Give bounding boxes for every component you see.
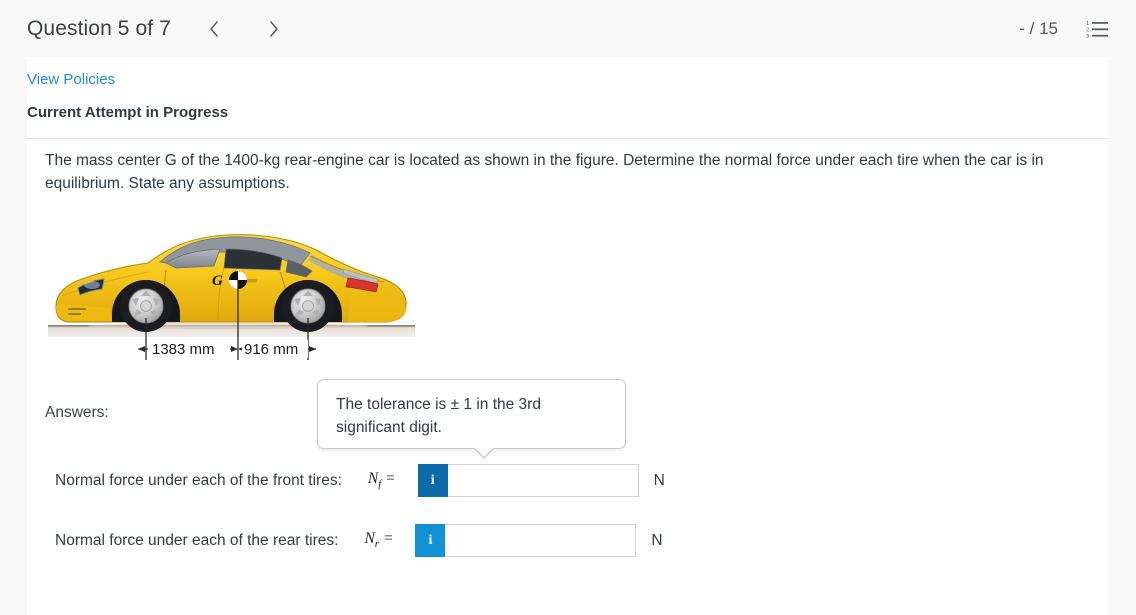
- svg-text:G: G: [212, 273, 223, 289]
- front-variable: Nf =: [368, 470, 396, 490]
- chevron-left-icon: [208, 20, 220, 38]
- svg-text:1: 1: [1086, 21, 1089, 27]
- rear-field-group: i: [415, 524, 637, 557]
- rear-tire-label: Normal force under each of the rear tire…: [55, 531, 339, 549]
- chevron-right-icon: [268, 20, 280, 38]
- front-symbol: N: [367, 470, 379, 488]
- tolerance-tooltip: The tolerance is ± 1 in the 3rd signific…: [317, 379, 626, 459]
- attempt-info-block: View Policies Current Attempt in Progres…: [27, 57, 1108, 122]
- dimension-front-label: 1383 mm: [152, 341, 215, 358]
- numbered-list-icon[interactable]: 1 2 3: [1086, 19, 1108, 40]
- view-policies-link[interactable]: View Policies: [27, 57, 115, 89]
- tooltip-arrow: [474, 447, 494, 457]
- front-unit-label: N: [653, 471, 665, 489]
- answers-heading: Answers:: [45, 404, 109, 421]
- rear-subscript: r: [374, 538, 380, 551]
- score-display: - / 15: [1019, 18, 1058, 38]
- attempt-status-text: Current Attempt in Progress: [27, 104, 229, 121]
- tolerance-tooltip-text: The tolerance is ± 1 in the 3rd signific…: [336, 396, 541, 436]
- section-divider: [27, 138, 1108, 139]
- front-tire-label: Normal force under each of the front tir…: [55, 471, 342, 489]
- question-body-text: The mass center G of the 1400-kg rear-en…: [45, 152, 1044, 192]
- page-title: Question 5 of 7: [27, 16, 171, 40]
- page-root: Question 5 of 7 - / 15 1 2 3 View Polici…: [0, 0, 1136, 615]
- svg-text:2: 2: [1086, 27, 1089, 33]
- rear-engine-car-diagram: G 1383 mm 916 mm: [48, 222, 415, 364]
- header-left-group: Question 5 of 7: [27, 12, 291, 46]
- info-icon[interactable]: i: [417, 464, 448, 497]
- info-icon[interactable]: i: [415, 524, 446, 557]
- rear-force-input[interactable]: [445, 524, 637, 557]
- front-subscript: f: [378, 478, 382, 491]
- dimension-rear-label: 916 mm: [244, 341, 298, 358]
- svg-text:3: 3: [1086, 34, 1089, 39]
- question-nav: [197, 12, 291, 46]
- question-header: Question 5 of 7 - / 15 1 2 3: [0, 0, 1136, 57]
- front-field-group: i: [417, 464, 639, 497]
- rear-symbol: N: [364, 530, 375, 548]
- prev-question-button[interactable]: [197, 12, 231, 46]
- header-right-group: - / 15 1 2 3: [1019, 18, 1108, 40]
- next-question-button[interactable]: [257, 12, 291, 46]
- rear-equals: =: [382, 530, 394, 548]
- front-equals: =: [385, 470, 396, 488]
- answer-row-rear: Normal force under each of the rear tire…: [55, 524, 663, 557]
- rear-variable: Nr =: [364, 530, 393, 550]
- answer-row-front: Normal force under each of the front tir…: [55, 464, 665, 497]
- front-force-input[interactable]: [447, 464, 639, 497]
- rear-unit-label: N: [651, 531, 663, 549]
